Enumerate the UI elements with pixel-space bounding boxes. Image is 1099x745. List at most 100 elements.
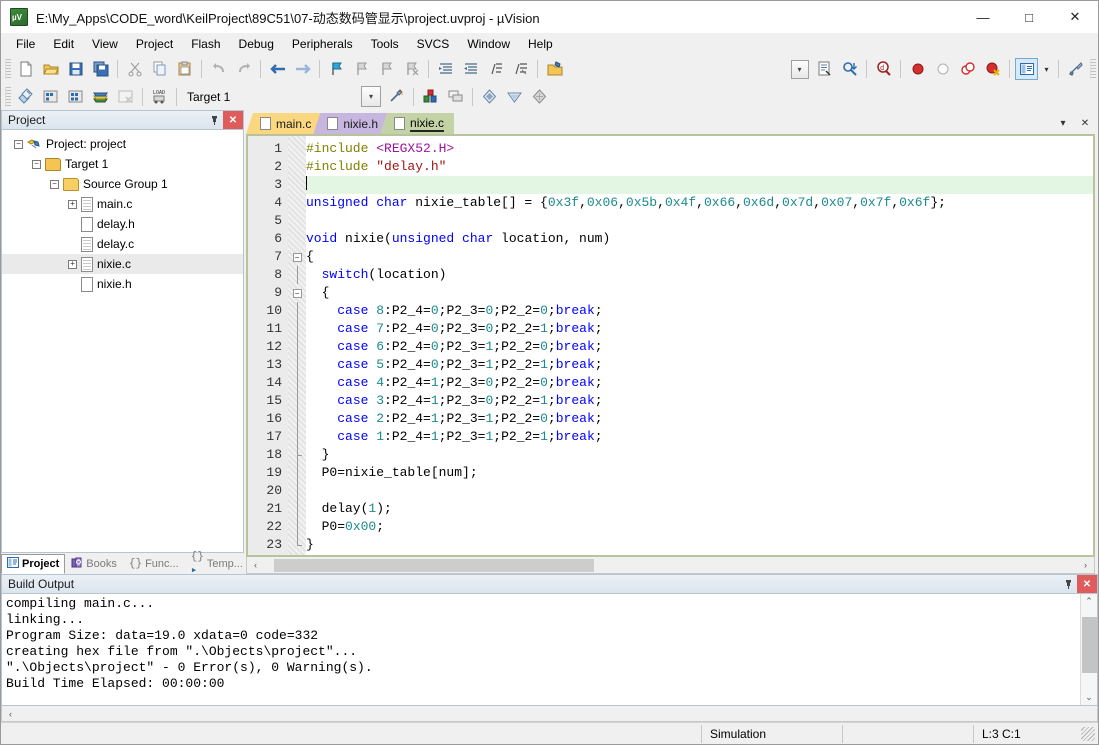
tree-node-source-group[interactable]: − Source Group 1: [2, 174, 243, 194]
menu-file[interactable]: File: [7, 34, 44, 54]
select-software-packs-icon[interactable]: [528, 86, 551, 108]
enable-breakpoint-icon[interactable]: [931, 58, 954, 80]
tree-node-delay-h[interactable]: delay.h: [2, 214, 243, 234]
menu-peripherals[interactable]: Peripherals: [283, 34, 362, 54]
tab-templates[interactable]: {}▸ Temp...: [185, 551, 249, 577]
code-folding-gutter[interactable]: − −: [288, 136, 306, 555]
file-properties-icon[interactable]: [813, 58, 836, 80]
menu-svcs[interactable]: SVCS: [408, 34, 459, 54]
editor-tab-nixie-c[interactable]: nixie.c: [380, 113, 455, 134]
code-line[interactable]: [306, 176, 1093, 194]
comment-icon[interactable]: [484, 58, 507, 80]
tree-node-delay-c[interactable]: delay.c: [2, 234, 243, 254]
menu-project[interactable]: Project: [127, 34, 182, 54]
code-line[interactable]: P0=nixie_table[num];: [306, 464, 1093, 482]
close-icon[interactable]: ✕: [1077, 575, 1097, 593]
minimize-button[interactable]: —: [960, 1, 1006, 33]
undo-icon[interactable]: [207, 58, 230, 80]
scroll-track[interactable]: [19, 706, 1097, 721]
expander-icon[interactable]: −: [50, 179, 59, 189]
scroll-track[interactable]: [1081, 609, 1097, 690]
redo-icon[interactable]: [232, 58, 255, 80]
fold-collapse-icon[interactable]: −: [292, 252, 302, 262]
pack-installer-icon[interactable]: [478, 86, 501, 108]
scroll-track[interactable]: [264, 557, 1077, 573]
indent-icon[interactable]: [434, 58, 457, 80]
target-dropdown-chevron-down-icon[interactable]: ▾: [361, 86, 381, 107]
scroll-thumb[interactable]: [274, 558, 594, 572]
window-layout-icon[interactable]: [1015, 58, 1038, 80]
scroll-left-chevron-left-icon[interactable]: ‹: [247, 558, 264, 573]
expander-icon[interactable]: −: [32, 159, 41, 169]
code-line[interactable]: [306, 212, 1093, 230]
build-output-vertical-scrollbar[interactable]: ⌃ ⌄: [1080, 594, 1097, 705]
menu-view[interactable]: View: [83, 34, 127, 54]
bookmark-next-icon[interactable]: [375, 58, 398, 80]
code-line[interactable]: #include <REGX52.H>: [306, 140, 1093, 158]
scroll-thumb[interactable]: [1081, 617, 1097, 673]
expander-icon[interactable]: +: [68, 259, 77, 269]
translate-icon[interactable]: [14, 86, 37, 108]
new-file-icon[interactable]: [14, 58, 37, 80]
editor-tab-close-icon[interactable]: ✕: [1075, 114, 1095, 132]
code-line[interactable]: void nixie(unsigned char location, num): [306, 230, 1093, 248]
editor-tab-list-chevron-down-icon[interactable]: ▾: [1053, 114, 1073, 132]
outdent-icon[interactable]: [459, 58, 482, 80]
scroll-left-chevron-left-icon[interactable]: ‹: [2, 706, 19, 721]
bookmark-clear-icon[interactable]: [400, 58, 423, 80]
target-selector[interactable]: Target 1: [181, 86, 361, 107]
code-line[interactable]: case 8:P2_4=0;P2_3=0;P2_2=0;break;: [306, 302, 1093, 320]
scroll-down-chevron-down-icon[interactable]: ⌄: [1082, 690, 1097, 705]
resize-grip-icon[interactable]: [1081, 726, 1095, 741]
open-file-icon[interactable]: [39, 58, 62, 80]
cut-icon[interactable]: [123, 58, 146, 80]
fold-collapse-icon[interactable]: −: [292, 288, 302, 298]
code-line[interactable]: case 2:P2_4=1;P2_3=1;P2_2=0;break;: [306, 410, 1093, 428]
menu-help[interactable]: Help: [519, 34, 562, 54]
uncomment-icon[interactable]: [509, 58, 532, 80]
pin-icon[interactable]: [205, 111, 223, 129]
fold-marker[interactable]: −: [288, 248, 306, 266]
menu-flash[interactable]: Flash: [182, 34, 229, 54]
code-line[interactable]: [306, 482, 1093, 500]
kill-all-breakpoints-icon[interactable]: [981, 58, 1004, 80]
code-line[interactable]: unsigned char nixie_table[] = {0x3f,0x06…: [306, 194, 1093, 212]
close-icon[interactable]: ✕: [223, 111, 243, 129]
code-line[interactable]: P0=0x00;: [306, 518, 1093, 536]
code-line[interactable]: case 4:P2_4=1;P2_3=0;P2_2=0;break;: [306, 374, 1093, 392]
find-in-files-icon[interactable]: [838, 58, 861, 80]
code-line[interactable]: case 7:P2_4=0;P2_3=0;P2_2=1;break;: [306, 320, 1093, 338]
paste-icon[interactable]: [173, 58, 196, 80]
build-icon[interactable]: [39, 86, 62, 108]
find-combo-dropdown-icon[interactable]: ▾: [788, 58, 811, 80]
maximize-button[interactable]: □: [1006, 1, 1052, 33]
toolbar-grip[interactable]: [5, 86, 11, 107]
manage-run-env-icon[interactable]: [503, 86, 526, 108]
tab-project[interactable]: Project: [1, 554, 66, 574]
open-project-folder-icon[interactable]: [543, 58, 566, 80]
code-line[interactable]: switch(location): [306, 266, 1093, 284]
configure-icon[interactable]: [1064, 58, 1087, 80]
code-line[interactable]: {: [306, 248, 1093, 266]
multi-project-icon[interactable]: [444, 86, 467, 108]
tree-node-nixie-h[interactable]: nixie.h: [2, 274, 243, 294]
disable-all-breakpoints-icon[interactable]: [956, 58, 979, 80]
save-all-icon[interactable]: [89, 58, 112, 80]
tree-node-target[interactable]: − Target 1: [2, 154, 243, 174]
code-line[interactable]: delay(1);: [306, 500, 1093, 518]
build-output-horizontal-scrollbar[interactable]: ‹: [1, 706, 1098, 722]
save-icon[interactable]: [64, 58, 87, 80]
bookmark-toggle-icon[interactable]: [325, 58, 348, 80]
insert-breakpoint-icon[interactable]: [906, 58, 929, 80]
pin-icon[interactable]: [1059, 575, 1077, 593]
menu-debug[interactable]: Debug: [230, 34, 283, 54]
scroll-right-chevron-right-icon[interactable]: ›: [1077, 558, 1094, 573]
tab-books[interactable]: Books: [65, 554, 123, 574]
navigate-back-icon[interactable]: [266, 58, 289, 80]
target-options-icon[interactable]: [385, 86, 408, 108]
menu-tools[interactable]: Tools: [362, 34, 408, 54]
code-line[interactable]: case 6:P2_4=0;P2_3=1;P2_2=0;break;: [306, 338, 1093, 356]
code-text[interactable]: #include <REGX52.H> #include "delay.h" uns…: [306, 136, 1093, 555]
batch-build-icon[interactable]: [89, 86, 112, 108]
code-line[interactable]: }: [306, 446, 1093, 464]
